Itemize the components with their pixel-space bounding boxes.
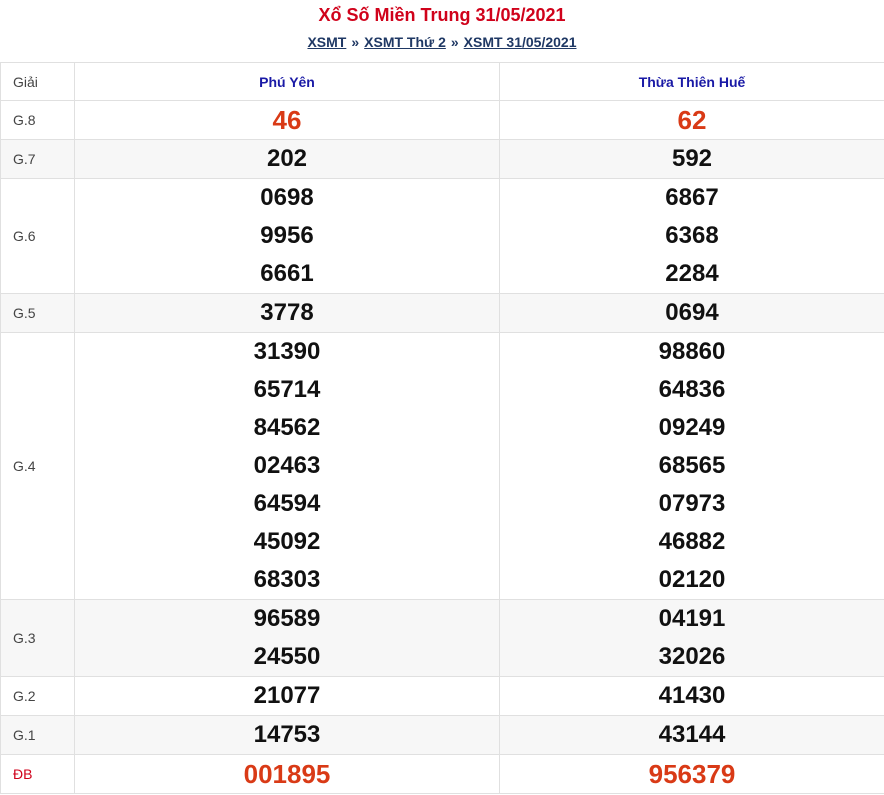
prize-cell-phu-yen: 0698 9956 6661 bbox=[74, 178, 500, 294]
prize-cell-hue: 62 bbox=[499, 100, 884, 140]
prize-number: 3778 bbox=[260, 299, 314, 326]
prize-number: 98860 bbox=[658, 338, 726, 365]
prize-number: 0694 bbox=[665, 299, 719, 326]
prize-label: G.3 bbox=[0, 599, 75, 677]
prize-number: 9956 bbox=[260, 222, 314, 249]
prize-label: G.8 bbox=[0, 100, 75, 140]
page-header: Xổ Số Miền Trung 31/05/2021 XSMT » XSMT Th… bbox=[0, 0, 884, 62]
prize-number: 02120 bbox=[658, 566, 726, 593]
prize-number: 43144 bbox=[658, 721, 726, 748]
breadcrumb-link-xsmt-thu2[interactable]: XSMT Thứ 2 bbox=[364, 34, 446, 50]
prize-number: 09249 bbox=[658, 414, 726, 441]
prize-cell-hue: 41430 bbox=[499, 676, 884, 716]
prize-number: 14753 bbox=[253, 721, 321, 748]
prize-cell-phu-yen: 202 bbox=[74, 139, 500, 179]
prize-cell-hue: 98860 64836 09249 68565 07973 46882 02120 bbox=[499, 332, 884, 600]
prize-number: 96589 bbox=[253, 605, 321, 632]
prize-number: 64594 bbox=[253, 490, 321, 517]
prize-label: G.6 bbox=[0, 178, 75, 294]
prize-label: G.7 bbox=[0, 139, 75, 179]
prize-number: 46 bbox=[272, 105, 302, 135]
breadcrumb-separator: » bbox=[351, 34, 360, 50]
table-row: G.5 3778 0694 bbox=[0, 293, 884, 333]
table-row: G.4 31390 65714 84562 02463 64594 45092 68303 98… bbox=[0, 332, 884, 600]
prize-cell-phu-yen: 21077 bbox=[74, 676, 500, 716]
table-row: G.8 46 62 bbox=[0, 100, 884, 140]
prize-number: 68303 bbox=[253, 566, 321, 593]
prize-cell-hue: 592 bbox=[499, 139, 884, 179]
prize-number: 592 bbox=[671, 145, 713, 172]
results-table: Giải Phú Yên Thừa Thiên Huế G.8 46 62 G.7 20… bbox=[0, 62, 884, 794]
prize-number: 84562 bbox=[253, 414, 321, 441]
prize-number: 202 bbox=[266, 145, 308, 172]
prize-number: 956379 bbox=[648, 759, 736, 789]
prize-label: G.2 bbox=[0, 676, 75, 716]
prize-cell-hue: 6867 6368 2284 bbox=[499, 178, 884, 294]
prize-cell-hue: 0694 bbox=[499, 293, 884, 333]
prize-number: 31390 bbox=[253, 338, 321, 365]
prize-cell-hue: 956379 bbox=[499, 754, 884, 794]
prize-cell-phu-yen: 001895 bbox=[74, 754, 500, 794]
prize-number: 64836 bbox=[658, 376, 726, 403]
table-row: G.6 0698 9956 6661 6867 6368 2284 bbox=[0, 178, 884, 294]
table-row: G.3 96589 24550 04191 32026 bbox=[0, 599, 884, 677]
table-row: G.2 21077 41430 bbox=[0, 676, 884, 716]
prize-cell-phu-yen: 14753 bbox=[74, 715, 500, 755]
table-row: G.1 14753 43144 bbox=[0, 715, 884, 755]
prize-number: 001895 bbox=[243, 759, 331, 789]
column-header-province-phu-yen[interactable]: Phú Yên bbox=[74, 62, 500, 101]
prize-cell-phu-yen: 46 bbox=[74, 100, 500, 140]
breadcrumb-separator: » bbox=[450, 34, 459, 50]
prize-number: 0698 bbox=[260, 184, 314, 211]
table-row: G.7 202 592 bbox=[0, 139, 884, 179]
page-title: Xổ Số Miền Trung 31/05/2021 bbox=[318, 5, 566, 25]
prize-number: 45092 bbox=[253, 528, 321, 555]
breadcrumb: XSMT » XSMT Thứ 2» XSMT 31/05/2021 bbox=[0, 34, 884, 50]
prize-number: 21077 bbox=[253, 682, 321, 709]
prize-number: 04191 bbox=[658, 605, 726, 632]
breadcrumb-link-xsmt[interactable]: XSMT bbox=[307, 34, 346, 50]
prize-number: 32026 bbox=[658, 643, 726, 670]
prize-label: G.1 bbox=[0, 715, 75, 755]
prize-number: 6661 bbox=[260, 260, 314, 287]
prize-number: 6368 bbox=[665, 222, 719, 249]
prize-cell-hue: 04191 32026 bbox=[499, 599, 884, 677]
prize-label: G.5 bbox=[0, 293, 75, 333]
breadcrumb-link-xsmt-date[interactable]: XSMT 31/05/2021 bbox=[464, 34, 577, 50]
prize-label: G.4 bbox=[0, 332, 75, 600]
prize-cell-hue: 43144 bbox=[499, 715, 884, 755]
column-header-province-hue[interactable]: Thừa Thiên Huế bbox=[499, 62, 884, 101]
prize-cell-phu-yen: 31390 65714 84562 02463 64594 45092 68303 bbox=[74, 332, 500, 600]
prize-number: 46882 bbox=[658, 528, 726, 555]
table-row: ĐB 001895 956379 bbox=[0, 754, 884, 794]
prize-cell-phu-yen: 3778 bbox=[74, 293, 500, 333]
prize-label: ĐB bbox=[0, 754, 75, 794]
prize-number: 07973 bbox=[658, 490, 726, 517]
column-header-prize: Giải bbox=[0, 62, 75, 101]
prize-number: 65714 bbox=[253, 376, 321, 403]
prize-number: 6867 bbox=[665, 184, 719, 211]
prize-number: 68565 bbox=[658, 452, 726, 479]
prize-cell-phu-yen: 96589 24550 bbox=[74, 599, 500, 677]
table-header-row: Giải Phú Yên Thừa Thiên Huế bbox=[0, 62, 884, 101]
prize-number: 24550 bbox=[253, 643, 321, 670]
prize-number: 41430 bbox=[658, 682, 726, 709]
prize-number: 62 bbox=[677, 105, 707, 135]
prize-number: 02463 bbox=[253, 452, 321, 479]
prize-number: 2284 bbox=[665, 260, 719, 287]
